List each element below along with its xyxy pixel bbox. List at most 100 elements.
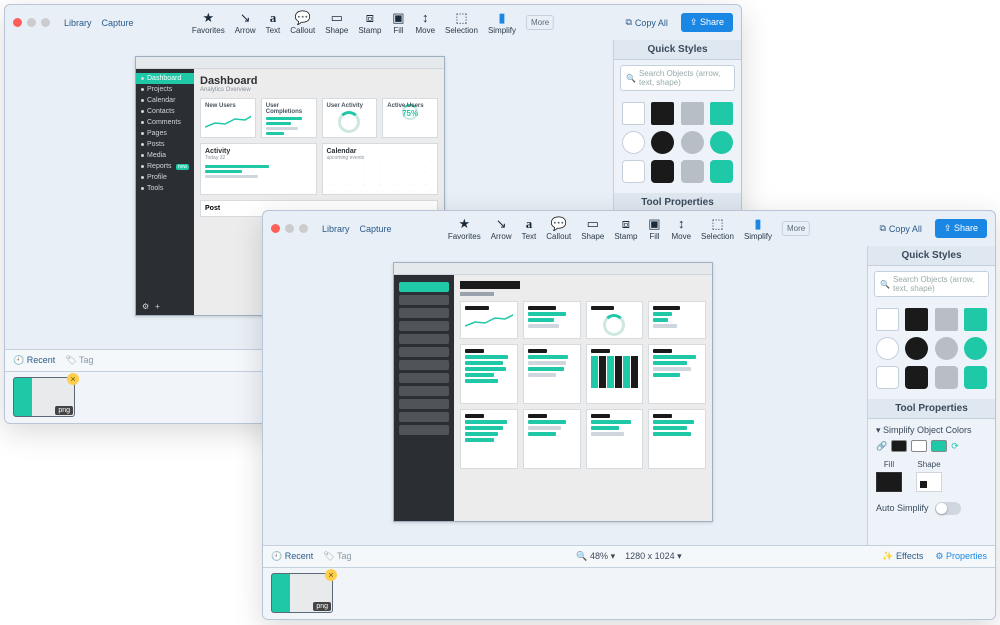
- swatch-round-grey[interactable]: [935, 337, 958, 360]
- zoom-icon[interactable]: [41, 18, 50, 27]
- thumbnail-close-icon[interactable]: ×: [67, 373, 79, 385]
- stamp-icon: ⧈: [363, 11, 377, 25]
- tool-text[interactable]: aText: [522, 217, 537, 241]
- swatch-rounded-grey[interactable]: [935, 366, 958, 389]
- library-tab[interactable]: Library: [318, 222, 354, 236]
- swatch-square-black[interactable]: [651, 102, 674, 125]
- minimize-icon[interactable]: [285, 224, 294, 233]
- search-objects-input[interactable]: 🔍Search Objects (arrow, text, shape): [874, 271, 989, 297]
- toolbar-more[interactable]: More: [526, 15, 554, 30]
- recent-tab[interactable]: 🕘 Recent: [271, 551, 313, 562]
- tool-move[interactable]: ↕Move: [671, 217, 691, 241]
- toolbar: ★Favorites ↘Arrow aText 💬Callout ▭Shape …: [448, 217, 810, 241]
- thumbnail-close-icon[interactable]: ×: [325, 569, 337, 581]
- fill-preview[interactable]: [876, 472, 902, 492]
- close-icon[interactable]: [13, 18, 22, 27]
- canvas[interactable]: [263, 246, 867, 545]
- simplify-colors-label[interactable]: ▾ Simplify Object Colors: [876, 425, 987, 436]
- window-controls[interactable]: [13, 18, 50, 27]
- library-tab[interactable]: Library: [60, 16, 96, 30]
- swatch-rounded-white[interactable]: [622, 160, 645, 183]
- swatch-round-white[interactable]: [876, 337, 899, 360]
- swatch-round-black[interactable]: [905, 337, 928, 360]
- swatch-rounded-black[interactable]: [905, 366, 928, 389]
- tool-fill[interactable]: ▣Fill: [391, 11, 405, 35]
- capture-tab[interactable]: Capture: [98, 16, 138, 30]
- window-controls[interactable]: [271, 224, 308, 233]
- tool-favorites[interactable]: ★Favorites: [192, 11, 225, 35]
- tool-stamp[interactable]: ⧈Stamp: [358, 11, 381, 35]
- swatch-rounded-black[interactable]: [651, 160, 674, 183]
- copy-all-button[interactable]: ⧉ Copy All: [618, 14, 674, 31]
- tool-simplify[interactable]: ▮Simplify: [488, 11, 516, 35]
- color-chip-teal[interactable]: [931, 440, 947, 452]
- toolbar-more[interactable]: More: [782, 221, 810, 236]
- auto-simplify-toggle[interactable]: [935, 502, 961, 515]
- swatch-round-teal[interactable]: [710, 131, 733, 154]
- swatch-square-grey[interactable]: [681, 102, 704, 125]
- tool-arrow[interactable]: ↘Arrow: [235, 11, 256, 35]
- shape-icon: ▭: [586, 217, 600, 231]
- arrow-icon: ↘: [494, 217, 508, 231]
- nav-item: Contacts: [136, 106, 194, 117]
- swatch-square-white[interactable]: [622, 102, 645, 125]
- tool-selection[interactable]: ⬚Selection: [445, 11, 478, 35]
- search-icon: 🔍: [880, 280, 890, 289]
- swatch-round-grey[interactable]: [681, 131, 704, 154]
- swatch-square-white[interactable]: [876, 308, 899, 331]
- swatch-square-black[interactable]: [905, 308, 928, 331]
- swatch-square-teal[interactable]: [710, 102, 733, 125]
- dimensions-readout[interactable]: 1280 x 1024 ▾: [625, 551, 682, 562]
- swatch-rounded-teal[interactable]: [710, 160, 733, 183]
- tag-tab[interactable]: 🏷 Tag: [323, 551, 351, 562]
- recent-tab[interactable]: 🕘 Recent: [13, 355, 55, 366]
- tool-move[interactable]: ↕Move: [415, 11, 435, 35]
- fill-label: Fill: [884, 460, 894, 469]
- minimize-icon[interactable]: [27, 18, 36, 27]
- shape-preview[interactable]: [916, 472, 942, 492]
- swatch-square-teal[interactable]: [964, 308, 987, 331]
- fill-icon: ▣: [391, 11, 405, 25]
- search-objects-input[interactable]: 🔍Search Objects (arrow, text, shape): [620, 65, 735, 91]
- swatch-rounded-white[interactable]: [876, 366, 899, 389]
- swatch-rounded-grey[interactable]: [681, 160, 704, 183]
- quick-styles-header: Quick Styles: [868, 246, 995, 266]
- toolbar: ★Favorites ↘Arrow aText 💬Callout ▭Shape …: [192, 11, 554, 35]
- color-chip-black[interactable]: [891, 440, 907, 452]
- tool-callout[interactable]: 💬Callout: [546, 217, 571, 241]
- share-button[interactable]: ⇪ Share: [681, 13, 733, 32]
- tool-selection[interactable]: ⬚Selection: [701, 217, 734, 241]
- capture-tab[interactable]: Capture: [356, 222, 396, 236]
- properties-button[interactable]: ⚙ Properties: [935, 551, 987, 562]
- zoom-readout[interactable]: 🔍 48% ▾: [576, 551, 615, 562]
- tool-favorites[interactable]: ★Favorites: [448, 217, 481, 241]
- color-chip-white[interactable]: [911, 440, 927, 452]
- tool-callout[interactable]: 💬Callout: [290, 11, 315, 35]
- zoom-icon[interactable]: [299, 224, 308, 233]
- tool-arrow[interactable]: ↘Arrow: [491, 217, 512, 241]
- selection-icon: ⬚: [710, 217, 724, 231]
- copy-all-button[interactable]: ⧉ Copy All: [872, 220, 928, 237]
- tag-tab[interactable]: 🏷 Tag: [65, 355, 93, 366]
- close-icon[interactable]: [271, 224, 280, 233]
- tool-shape[interactable]: ▭Shape: [325, 11, 348, 35]
- tool-shape[interactable]: ▭Shape: [581, 217, 604, 241]
- swatch-round-black[interactable]: [651, 131, 674, 154]
- tool-fill[interactable]: ▣Fill: [647, 217, 661, 241]
- thumbnail-tray: png ×: [263, 567, 995, 619]
- style-swatches: [614, 96, 741, 193]
- move-icon: ↕: [418, 11, 432, 25]
- swatch-square-grey[interactable]: [935, 308, 958, 331]
- effects-button[interactable]: ✨ Effects: [882, 551, 923, 562]
- share-button[interactable]: ⇪ Share: [935, 219, 987, 238]
- capture-thumbnail[interactable]: png: [13, 377, 75, 417]
- swatch-rounded-teal[interactable]: [964, 366, 987, 389]
- refresh-icon[interactable]: ⟳: [951, 441, 959, 452]
- tool-simplify[interactable]: ▮Simplify: [744, 217, 772, 241]
- tool-text[interactable]: aText: [266, 11, 281, 35]
- capture-thumbnail[interactable]: png: [271, 573, 333, 613]
- swatch-round-white[interactable]: [622, 131, 645, 154]
- link-icon[interactable]: 🔗: [876, 441, 887, 452]
- tool-stamp[interactable]: ⧈Stamp: [614, 217, 637, 241]
- swatch-round-teal[interactable]: [964, 337, 987, 360]
